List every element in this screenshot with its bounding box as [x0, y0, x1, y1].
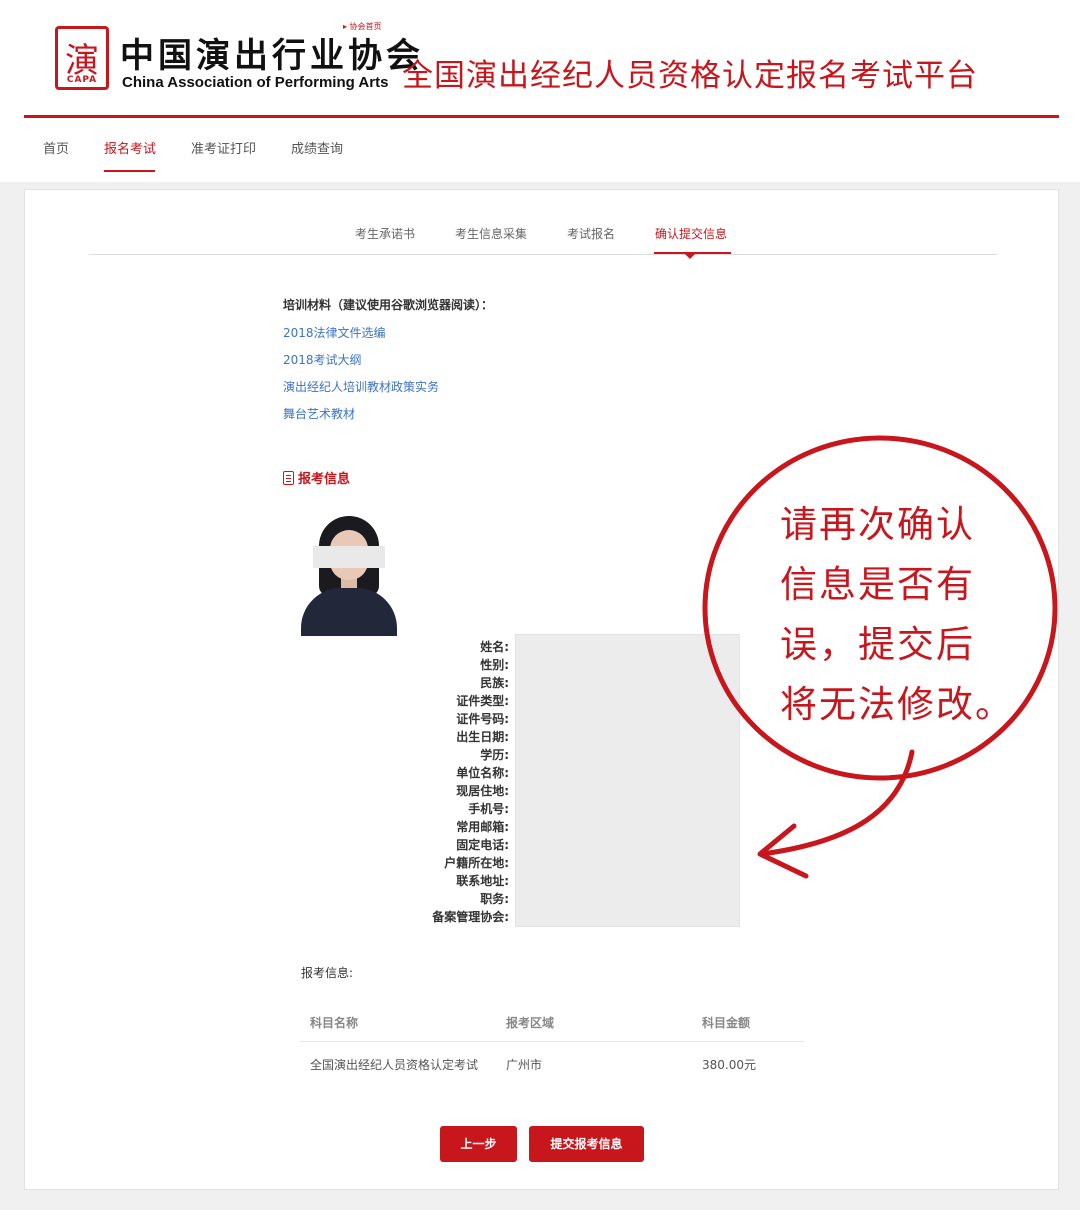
annotation-text-line-2: 信息是否有 [780, 563, 975, 606]
annotation-text-line-3: 误，提交后 [780, 623, 975, 666]
annotation-text-line-1: 请再次确认 [780, 503, 975, 546]
annotation-text-line-4: 将无法修改。 [780, 683, 1014, 726]
annotation-arrow-shaft [759, 749, 915, 857]
